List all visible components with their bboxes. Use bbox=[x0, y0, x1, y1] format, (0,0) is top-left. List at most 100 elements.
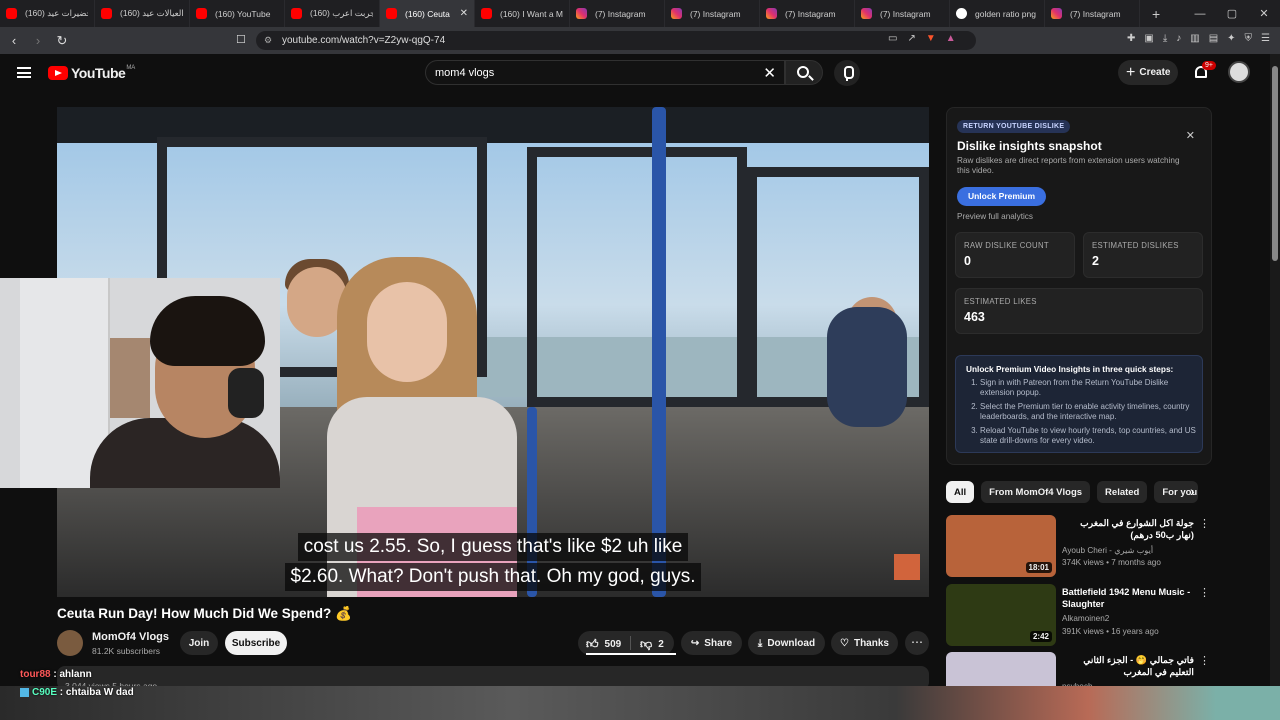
more-actions-icon[interactable]: ⋯ bbox=[905, 631, 929, 655]
close-tab-icon[interactable]: ✕ bbox=[460, 8, 468, 19]
chat-text: chtaiba W dad bbox=[65, 687, 134, 698]
preview-analytics-link[interactable]: Preview full analytics bbox=[957, 212, 1033, 221]
extension-icons: ✚ ▣ ⤓ ♪ ▥ ▤ ✦ ⛨ ☰ bbox=[1127, 33, 1270, 44]
chat-username: tour88 bbox=[20, 669, 51, 680]
clear-search-icon[interactable]: ✕ bbox=[763, 64, 776, 82]
caption-line: cost us 2.55. So, I guess that's like $2… bbox=[297, 533, 689, 561]
forward-icon[interactable]: › bbox=[28, 33, 48, 48]
step-item: Sign in with Patreon from the Return You… bbox=[980, 378, 1200, 398]
dislike-button[interactable]: 👎︎ 2 bbox=[640, 637, 664, 652]
browser-tab[interactable]: (7) Instagram bbox=[855, 0, 950, 27]
browser-tab[interactable]: (160) العيالات عيد bbox=[95, 0, 190, 27]
maximize-icon[interactable]: ▢ bbox=[1216, 7, 1248, 20]
scrollbar-thumb[interactable] bbox=[1272, 66, 1278, 261]
channel-name[interactable]: Alkamoinen2 bbox=[1062, 614, 1109, 623]
sidebar-icon[interactable]: ▥ bbox=[1190, 33, 1199, 44]
browser-tab[interactable]: (160) تحضيرات عيد bbox=[0, 0, 95, 27]
browser-tab[interactable]: (160) YouTube bbox=[190, 0, 285, 27]
chip-related[interactable]: Related bbox=[1097, 481, 1148, 503]
close-window-icon[interactable]: ✕ bbox=[1248, 7, 1280, 20]
wallet-icon[interactable]: ▤ bbox=[1209, 33, 1218, 44]
like-ratio-underline bbox=[586, 653, 676, 655]
site-settings-icon[interactable]: ⚙ bbox=[264, 35, 272, 46]
notifications-button[interactable]: 9+ bbox=[1193, 61, 1216, 80]
hamburger-menu-icon[interactable] bbox=[17, 67, 31, 78]
chat-text: ahlann bbox=[59, 669, 92, 680]
omnibox-icons: ▭ ↗ ▼ ▲ bbox=[888, 33, 956, 44]
extensions-icon[interactable]: ✚ bbox=[1127, 33, 1135, 44]
chip-from-channel[interactable]: From MomOf4 Vlogs bbox=[981, 481, 1091, 503]
browser-tab[interactable]: (160) Ceuta ✕ bbox=[380, 0, 475, 27]
tab-title: (160) تحضيرات عيد bbox=[25, 8, 88, 18]
share-page-icon[interactable]: ↗ bbox=[907, 33, 915, 44]
brave-shield-icon[interactable]: ▼ bbox=[926, 33, 936, 44]
youtube-favicon-icon bbox=[101, 8, 112, 19]
voice-search-icon[interactable] bbox=[834, 60, 860, 86]
account-avatar[interactable] bbox=[1228, 61, 1250, 83]
more-options-icon[interactable]: ⋮ bbox=[1199, 517, 1210, 530]
chevron-right-icon[interactable]: › bbox=[1190, 483, 1195, 499]
channel-name[interactable]: MomOf4 Vlogs bbox=[92, 631, 169, 643]
more-options-icon[interactable]: ⋮ bbox=[1199, 654, 1210, 667]
reload-icon[interactable]: ↻ bbox=[52, 33, 72, 49]
channel-name[interactable]: Ayoub Cheri - أيوب شيري bbox=[1062, 545, 1153, 555]
search-input[interactable]: mom4 vlogs ✕ bbox=[425, 60, 785, 85]
download-arrow-icon: ⤓ bbox=[757, 637, 763, 649]
menu-icon[interactable]: ☰ bbox=[1261, 33, 1270, 44]
bus-pole bbox=[652, 107, 666, 597]
bookmark-icon[interactable]: ☐ bbox=[236, 33, 246, 46]
browser-tab[interactable]: (7) Instagram bbox=[665, 0, 760, 27]
browser-tab[interactable]: (7) Instagram bbox=[1045, 0, 1140, 27]
url-field[interactable]: ⚙ youtube.com/watch?v=Z2yw-qgQ-74 bbox=[256, 31, 976, 50]
video-title[interactable]: جولة اكل الشوارع في المغرب (نهار ب50 دره… bbox=[1062, 517, 1194, 541]
download-button[interactable]: ⤓ Download bbox=[748, 631, 825, 655]
more-options-icon[interactable]: ⋮ bbox=[1199, 586, 1210, 599]
like-dislike-bar: 👍︎ 509 👎︎ 2 bbox=[578, 631, 676, 655]
browser-tab[interactable]: (160) جربت اعرب bbox=[285, 0, 380, 27]
new-tab-icon[interactable]: + bbox=[1152, 6, 1160, 22]
recommended-video[interactable]: 2:42 Battlefield 1942 Menu Music - Slaugh… bbox=[946, 584, 1212, 648]
unlock-premium-button[interactable]: Unlock Premium bbox=[957, 187, 1046, 206]
ai-icon[interactable]: ✦ bbox=[1227, 33, 1235, 44]
search-button[interactable] bbox=[785, 60, 823, 85]
music-icon[interactable]: ♪ bbox=[1176, 33, 1181, 44]
video-duration: 2:42 bbox=[1029, 631, 1052, 642]
screenshot-icon[interactable]: ▣ bbox=[1144, 33, 1153, 44]
youtube-logo[interactable]: YouTube MA bbox=[48, 65, 135, 81]
channel-watermark[interactable] bbox=[894, 554, 920, 580]
browser-tab[interactable]: (7) Instagram bbox=[570, 0, 665, 27]
vpn-icon[interactable]: ⛨ bbox=[1245, 33, 1253, 44]
video-thumbnail[interactable]: 18:01 bbox=[946, 515, 1056, 577]
channel-avatar[interactable] bbox=[57, 630, 83, 656]
browser-tab[interactable]: (7) Instagram bbox=[760, 0, 855, 27]
stat-label: RAW DISLIKE COUNT bbox=[964, 241, 1049, 250]
browser-tab[interactable]: golden ratio png bbox=[950, 0, 1045, 27]
back-icon[interactable]: ‹ bbox=[4, 33, 24, 48]
join-button[interactable]: Join bbox=[180, 631, 218, 655]
page-scrollbar[interactable] bbox=[1270, 54, 1280, 720]
tab-title: (7) Instagram bbox=[880, 8, 931, 19]
share-button[interactable]: ↪ Share bbox=[681, 631, 742, 655]
share-icon: ↪ bbox=[690, 637, 700, 649]
subscribe-button[interactable]: Subscribe bbox=[225, 631, 287, 655]
video-thumbnail[interactable]: 2:42 bbox=[946, 584, 1056, 646]
estimated-dislikes-card: ESTIMATED DISLIKES 2 bbox=[1083, 232, 1203, 278]
cast-icon[interactable]: ▭ bbox=[888, 33, 897, 44]
thanks-button[interactable]: ♡ Thanks bbox=[831, 631, 898, 655]
video-title[interactable]: Battlefield 1942 Menu Music - Slaughter bbox=[1062, 586, 1194, 610]
minimize-icon[interactable]: — bbox=[1184, 8, 1216, 20]
browser-tab-bar: (160) تحضيرات عيد (160) العيالات عيد (160)… bbox=[0, 0, 1280, 27]
close-icon[interactable]: ✕ bbox=[1186, 129, 1195, 142]
download-icon[interactable]: ⤓ bbox=[1163, 33, 1167, 44]
brave-rewards-icon[interactable]: ▲ bbox=[946, 33, 956, 44]
youtube-favicon-icon bbox=[481, 8, 492, 19]
instagram-icon bbox=[861, 8, 872, 19]
create-button[interactable]: + Create bbox=[1118, 60, 1178, 85]
notification-badge: 9+ bbox=[1202, 61, 1216, 70]
instagram-icon bbox=[1051, 8, 1062, 19]
chip-all[interactable]: All bbox=[946, 481, 975, 503]
like-button[interactable]: 👍︎ 509 bbox=[586, 637, 621, 652]
browser-tab[interactable]: (160) I Want a Mi bbox=[475, 0, 570, 27]
recommended-video[interactable]: 18:01 جولة اكل الشوارع في المغرب (نهار ب5… bbox=[946, 515, 1212, 579]
video-meta: 391K views • 16 years ago bbox=[1062, 627, 1159, 636]
